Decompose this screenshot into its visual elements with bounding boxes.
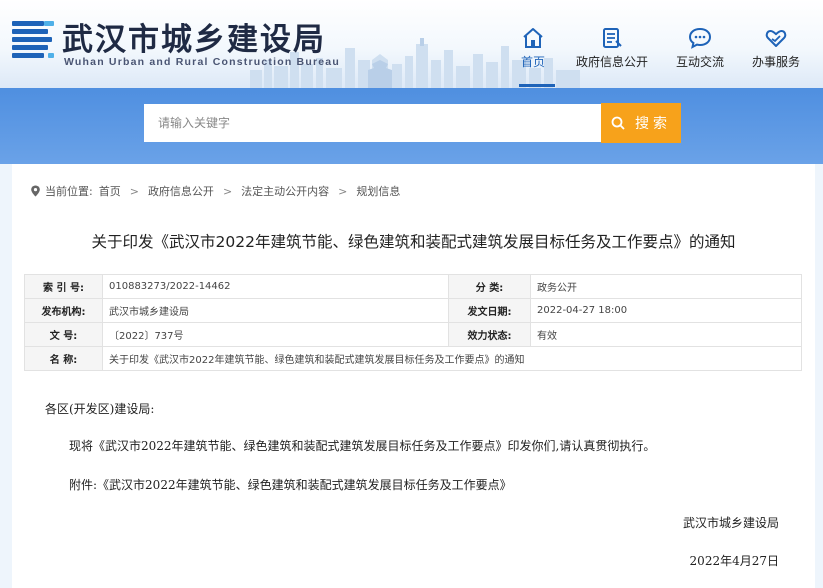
breadcrumb-prefix: 当前位置: [45,185,93,198]
breadcrumb-home[interactable]: 首页 [99,183,121,199]
chat-bubble-icon [688,27,712,49]
nav-active-indicator [519,84,555,87]
table-row: 发布机构: 武汉市城乡建设局 发文日期: 2022-04-27 18:00 [24,298,802,323]
breadcrumb-planning[interactable]: 规划信息 [356,183,400,199]
issue-date-label: 发文日期: [448,298,531,323]
breadcrumb-separator: > [338,184,348,198]
nav-interaction-label: 互动交流 [676,55,725,69]
breadcrumb-statutory[interactable]: 法定主动公开内容 [241,183,329,199]
table-row: 索 引 号: 010883273/2022-14462 分 类: 政务公开 [24,274,802,299]
site-subtitle-en: Wuhan Urban and Rural Construction Burea… [64,56,340,68]
heart-hand-icon [765,30,787,47]
issuer-value: 武汉市城乡建设局 [102,298,449,323]
salutation: 各区(开发区)建设局: [45,402,155,416]
nav-services-label: 办事服务 [752,55,801,69]
validity-status-value: 有效 [530,322,802,347]
table-row: 名 称: 关于印发《武汉市2022年建筑节能、绿色建筑和装配式建筑发展目标任务及… [24,346,802,371]
category-label: 分 类: [448,274,531,299]
validity-status-label: 效力状态: [448,322,531,347]
document-metadata-table: 索 引 号: 010883273/2022-14462 分 类: 政务公开 发布… [24,274,802,371]
nav-services[interactable]: 办事服务 [752,27,800,70]
document-icon [603,28,622,48]
search-button[interactable]: 搜索 [601,103,681,143]
site-title: 武汉市城乡建设局 [62,22,326,58]
signature-date: 2022年4月27日 [689,554,779,568]
site-header: 武汉市城乡建设局 Wuhan Urban and Rural Construct… [0,0,823,88]
search-icon [611,116,625,130]
document-number-label: 文 号: [24,322,103,347]
issue-date-value: 2022-04-27 18:00 [530,298,802,323]
nav-interaction[interactable]: 互动交流 [676,27,724,70]
category-value: 政务公开 [530,274,802,299]
body-paragraph: 现将《武汉市2022年建筑节能、绿色建筑和装配式建筑发展目标任务及工作要点》印发… [69,439,656,453]
signer: 武汉市城乡建设局 [682,516,779,530]
attachment-line[interactable]: 附件:《武汉市2022年建筑节能、绿色建筑和装配式建筑发展目标任务及工作要点》 [69,476,512,493]
nav-home-label: 首页 [521,55,546,69]
issuer-label: 发布机构: [24,298,103,323]
index-number-value: 010883273/2022-14462 [102,274,449,299]
search-button-label: 搜索 [635,116,671,132]
document-title: 关于印发《武汉市2022年建筑节能、绿色建筑和装配式建筑发展目标任务及工作要点》… [91,233,736,251]
index-number-label: 索 引 号: [24,274,103,299]
nav-gov-info[interactable]: 政府信息公开 [576,27,648,70]
nav-gov-info-label: 政府信息公开 [576,55,649,69]
table-row: 文 号: 〔2022〕737号 效力状态: 有效 [24,322,802,347]
nav-home[interactable]: 首页 [521,27,545,70]
document-number-value: 〔2022〕737号 [102,322,449,347]
breadcrumb-separator: > [222,184,233,198]
document-name-value: 关于印发《武汉市2022年建筑节能、绿色建筑和装配式建筑发展目标任务及工作要点》… [102,346,802,371]
home-icon [523,28,543,48]
location-pin-icon [31,185,40,197]
document-name-label: 名 称: [24,346,103,371]
search-input[interactable] [144,104,601,142]
breadcrumb: 当前位置: 首页 > 政府信息公开 > 法定主动公开内容 > 规划信息 [30,183,400,199]
breadcrumb-gov-info[interactable]: 政府信息公开 [148,183,214,199]
content-card: 当前位置: 首页 > 政府信息公开 > 法定主动公开内容 > 规划信息 关于印发… [12,164,815,588]
breadcrumb-separator: > [129,184,139,198]
bureau-logo [12,21,54,58]
